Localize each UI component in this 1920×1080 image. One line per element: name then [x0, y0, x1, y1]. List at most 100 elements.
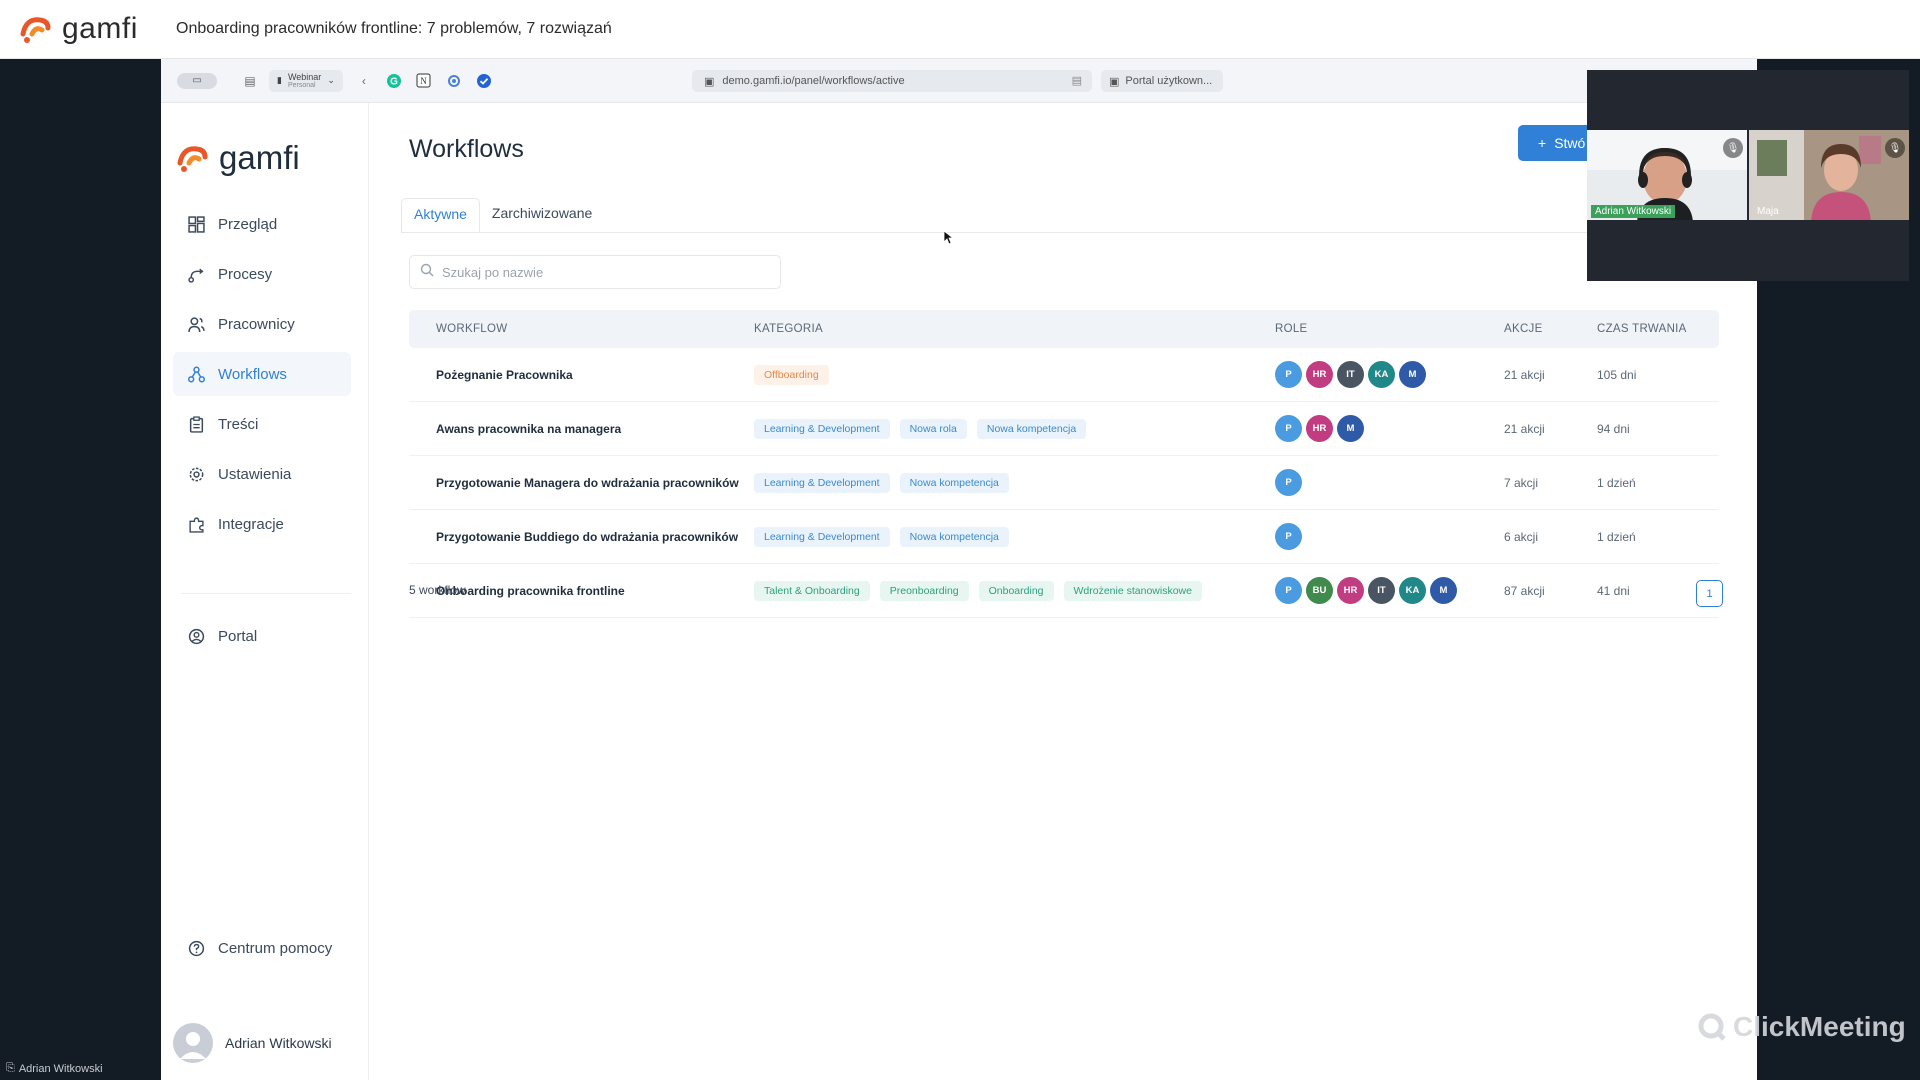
- roles-cell: P HR IT KA M: [1275, 361, 1504, 388]
- sidebar-item-label: Pracownicy: [218, 315, 295, 333]
- reader-icon[interactable]: ▤: [1072, 74, 1082, 87]
- category-cell: Talent & Onboarding Preonboarding Onboardi…: [754, 580, 1275, 601]
- gamfi-logo-icon: [177, 146, 208, 172]
- role-badge: KA: [1399, 577, 1426, 604]
- clickmeeting-watermark: ClickMeeting: [1697, 1011, 1906, 1043]
- watermark-text: ClickMeeting: [1733, 1011, 1906, 1042]
- column-header-akcje[interactable]: AKCJE: [1504, 323, 1597, 335]
- column-header-role: ROLE: [1275, 323, 1308, 335]
- webinar-title: Onboarding pracowników frontline: 7 prob…: [176, 20, 612, 37]
- mic-icon[interactable]: 🎙: [1723, 138, 1743, 158]
- panel-icon[interactable]: ▤: [241, 72, 259, 90]
- category-cell: Learning & Development Nowa kompetencja: [754, 472, 1275, 493]
- profile-sub: Personal: [287, 82, 316, 89]
- table-row[interactable]: Onboarding pracownika frontline Talent & …: [409, 564, 1719, 618]
- table-header: WORKFLOW KATEGORIA ROLE AKCJE CZAS TRWAN…: [409, 310, 1719, 348]
- extension-icon[interactable]: [445, 72, 463, 90]
- video-tile-presenter[interactable]: 🎙 Adrian Witkowski: [1587, 130, 1747, 220]
- presenter-name: Adrian Witkowski: [18, 1062, 103, 1075]
- workflow-name[interactable]: Awans pracownika na managera: [409, 422, 754, 436]
- workflow-icon: [187, 365, 205, 383]
- user-profile[interactable]: Adrian Witkowski: [173, 1023, 332, 1063]
- app-logo[interactable]: gamfi: [175, 139, 300, 177]
- category-tag: Learning & Development: [754, 418, 890, 439]
- duration: 105 dni: [1597, 367, 1637, 382]
- category-cell: Offboarding: [754, 364, 1275, 385]
- browser-profile[interactable]: ▮ Webinar Personal ⌄: [269, 69, 343, 92]
- roles-cell: P HR M: [1275, 415, 1504, 442]
- actions-count: 7 akcji: [1504, 475, 1539, 490]
- sidebar-item-tresci[interactable]: Treści: [173, 402, 351, 446]
- grammarly-icon[interactable]: G: [385, 72, 403, 90]
- category-tag: Wdrożenie stanowiskowe: [1063, 580, 1202, 601]
- verified-icon[interactable]: [475, 72, 493, 90]
- clipboard-icon: [187, 415, 205, 433]
- sidebar-item-ustawienia[interactable]: Ustawienia: [173, 452, 351, 496]
- sidebar-item-workflows[interactable]: Workflows: [173, 352, 351, 396]
- sidebar-item-help[interactable]: Centrum pomocy: [173, 926, 351, 970]
- role-badge: HR: [1306, 361, 1333, 388]
- duration: 94 dni: [1597, 421, 1630, 436]
- category-cell: Learning & Development Nowa rola Nowa komp…: [754, 418, 1275, 439]
- role-badge: P: [1275, 523, 1302, 550]
- sidebar-item-label: Workflows: [218, 365, 287, 383]
- webinar-logo-text: gamfi: [62, 12, 138, 45]
- browser-toolbar: ▭ ▤ ▮ Webinar Personal ⌄ ‹ G N ▣ demo.ga…: [161, 59, 1757, 103]
- role-badge: HR: [1306, 415, 1333, 442]
- workflow-name[interactable]: Pożegnanie Pracownika: [409, 368, 754, 382]
- table-row[interactable]: Awans pracownika na managera Learning & D…: [409, 402, 1719, 456]
- tab-aktywne[interactable]: Aktywne: [401, 198, 480, 233]
- sidebar-item-label: Integracje: [218, 515, 284, 533]
- sidebar-item-integracje[interactable]: Integracje: [173, 502, 351, 546]
- back-icon[interactable]: ‹: [355, 72, 373, 90]
- column-header-workflow[interactable]: WORKFLOW: [409, 323, 754, 335]
- table-row[interactable]: Pożegnanie Pracownika Offboarding P HR IT KA M…: [409, 348, 1719, 402]
- sidebar-item-label: Ustawienia: [218, 465, 292, 483]
- search-input[interactable]: [442, 264, 762, 280]
- mic-icon[interactable]: 🎙: [1885, 138, 1905, 158]
- help-icon: [187, 939, 205, 957]
- gamfi-logo-icon: [20, 17, 51, 43]
- gear-icon: [187, 465, 205, 483]
- role-badge: P: [1275, 577, 1302, 604]
- site-icon: ▣: [704, 75, 715, 88]
- app-sidebar: gamfi Przegląd Procesy Pracownicy Workfl…: [161, 103, 369, 1080]
- role-badge: IT: [1337, 361, 1364, 388]
- sidebar-item-portal[interactable]: Portal: [173, 614, 351, 658]
- grid-icon: [187, 215, 205, 233]
- search-box: [409, 255, 781, 289]
- workflow-name[interactable]: Przygotowanie Managera do wdrażania prac…: [409, 476, 754, 490]
- browser-tab-portal[interactable]: ▣ Portal użytkown...: [1101, 70, 1223, 92]
- category-tag: Nowa kompetencja: [976, 418, 1087, 439]
- table-body: Pożegnanie Pracownika Offboarding P HR IT KA M…: [409, 348, 1719, 618]
- video-tile-guest[interactable]: 🎙 Maja: [1749, 130, 1909, 220]
- roles-cell: P: [1275, 469, 1504, 496]
- role-badge: BU: [1306, 577, 1333, 604]
- route-icon: [187, 265, 205, 283]
- category-tag: Preonboarding: [879, 580, 969, 601]
- sidebar-item-label: Centrum pomocy: [218, 939, 333, 957]
- role-badge: HR: [1337, 577, 1364, 604]
- actions-count: 21 akcji: [1504, 367, 1545, 382]
- tab-title: Portal użytkown...: [1125, 75, 1213, 87]
- tab-zarchiwizowane[interactable]: Zarchiwizowane: [480, 198, 604, 233]
- notion-icon[interactable]: N: [415, 72, 433, 90]
- workflow-name[interactable]: Przygotowanie Buddiego do wdrażania prac…: [409, 530, 754, 544]
- table-row[interactable]: Przygotowanie Buddiego do wdrażania prac…: [409, 510, 1719, 564]
- participant-name: Adrian Witkowski: [1591, 205, 1676, 218]
- sidebar-item-pracownicy[interactable]: Pracownicy: [173, 302, 351, 346]
- svg-text:N: N: [421, 76, 428, 86]
- pagination-page-1[interactable]: 1: [1696, 580, 1723, 607]
- app-logo-text: gamfi: [219, 139, 300, 176]
- table-row[interactable]: Przygotowanie Managera do wdrażania prac…: [409, 456, 1719, 510]
- sidebar-item-procesy[interactable]: Procesy: [173, 252, 351, 296]
- sidebar-toggle-pill[interactable]: ▭: [177, 72, 217, 89]
- column-header-czas[interactable]: CZAS TRWANIA: [1597, 323, 1719, 335]
- users-icon: [187, 315, 205, 333]
- sidebar-item-przeglad[interactable]: Przegląd: [173, 202, 351, 246]
- category-tag: Talent & Onboarding: [754, 580, 870, 601]
- webinar-logo: gamfi: [18, 12, 176, 46]
- address-bar[interactable]: ▣ demo.gamfi.io/panel/workflows/active ▤: [692, 70, 1092, 92]
- category-tag: Offboarding: [754, 364, 829, 385]
- role-badge: M: [1337, 415, 1364, 442]
